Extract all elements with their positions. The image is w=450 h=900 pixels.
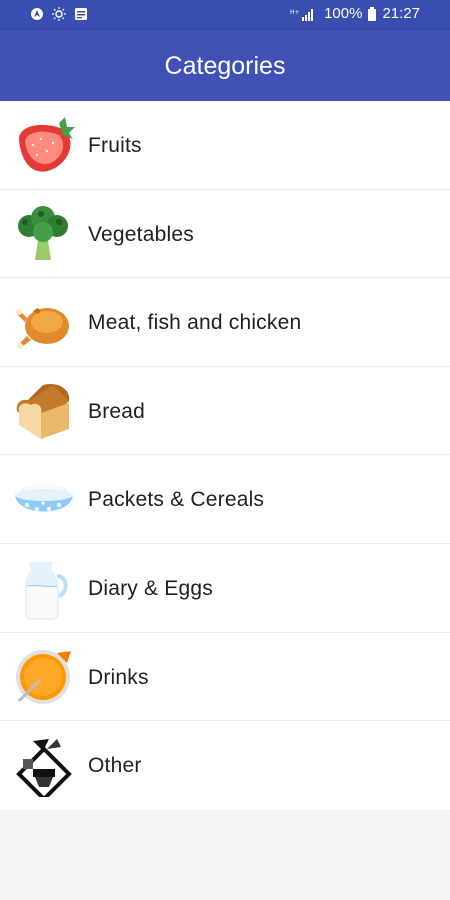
status-left <box>30 7 88 21</box>
category-label: Packets & Cereals <box>88 488 265 512</box>
category-label: Drinks <box>88 665 149 689</box>
category-item-vegetables[interactable]: Vegetables <box>0 190 450 279</box>
bread-icon <box>13 381 75 443</box>
groceries-icon <box>13 735 75 798</box>
app-bar: Categories <box>0 30 450 101</box>
category-item-bread[interactable]: Bread <box>0 367 450 456</box>
category-list: Fruits Vegetables Meat, fish and chicken <box>0 101 450 810</box>
category-label: Vegetables <box>88 222 194 246</box>
status-bar: H+ 100% 21:27 <box>0 0 450 30</box>
category-item-cereals[interactable]: Packets & Cereals <box>0 455 450 544</box>
orange-drink-icon <box>13 647 75 709</box>
clock: 21:27 <box>382 5 420 22</box>
signal-icon: H+ <box>290 7 318 21</box>
category-item-drinks[interactable]: Drinks <box>0 633 450 722</box>
category-item-dairy[interactable]: Diary & Eggs <box>0 544 450 633</box>
svg-text:H+: H+ <box>290 9 300 16</box>
milk-jug-icon <box>13 558 75 620</box>
category-label: Fruits <box>88 134 142 157</box>
battery-percent: 100% <box>324 5 363 22</box>
category-item-other[interactable]: Other <box>0 721 450 810</box>
status-right: H+ 100% 21:27 <box>290 5 420 22</box>
category-label: Other <box>88 754 142 778</box>
broccoli-icon <box>13 204 75 266</box>
category-label: Bread <box>88 399 146 423</box>
category-label: Meat, fish and chicken <box>88 311 302 335</box>
sun-icon <box>52 7 66 21</box>
strawberry-icon <box>13 115 75 177</box>
message-icon <box>74 7 88 21</box>
page-title: Categories <box>164 52 286 80</box>
navigation-icon <box>30 7 44 21</box>
roast-chicken-icon <box>13 292 75 354</box>
cereal-bowl-icon <box>13 469 75 531</box>
battery-icon <box>368 6 377 21</box>
category-item-meat[interactable]: Meat, fish and chicken <box>0 278 450 367</box>
category-label: Diary & Eggs <box>88 576 213 600</box>
category-item-fruits[interactable]: Fruits <box>0 101 450 190</box>
